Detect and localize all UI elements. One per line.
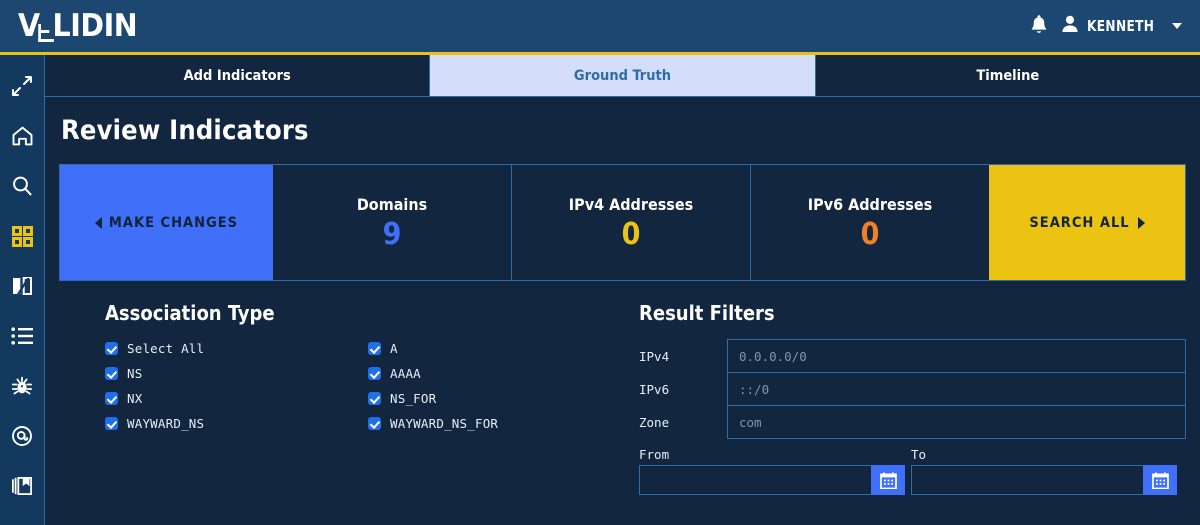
chevron-right-icon — [1137, 216, 1145, 229]
checkbox-ns[interactable]: NS — [105, 364, 368, 383]
tab-add-indicators[interactable]: Add Indicators — [45, 55, 431, 96]
to-date-group — [911, 465, 1177, 495]
tab-bar: Add Indicators Ground Truth Timeline — [45, 55, 1200, 97]
result-filters-title: Result Filters — [639, 301, 775, 325]
ipv4-input[interactable] — [727, 339, 1186, 373]
page-title: Review Indicators — [61, 115, 309, 146]
sidebar-item-home[interactable] — [9, 123, 35, 149]
to-label: To — [911, 447, 927, 462]
association-type-options: Select All A NS AAAA NX NS_FOR WAYWARD_N… — [105, 339, 625, 433]
sidebar-item-compare[interactable] — [9, 273, 35, 299]
field-row-zone: Zone — [639, 405, 1186, 439]
user-icon — [1061, 14, 1079, 39]
checkbox-label: NS — [127, 366, 143, 381]
stat-label: IPv6 Addresses — [807, 195, 933, 214]
checkbox-select-all[interactable]: Select All — [105, 339, 368, 358]
logo-wordmark: V LIDIN — [18, 7, 138, 44]
sidebar-item-search[interactable] — [9, 173, 35, 199]
association-type-title: Association Type — [105, 301, 275, 325]
checkbox-label: WAYWARD_NS — [127, 416, 205, 431]
logo-letters-lidin: LIDIN — [52, 7, 138, 44]
from-calendar-button[interactable] — [871, 465, 905, 495]
date-range-inputs — [639, 465, 1186, 495]
checkbox-label: WAYWARD_NS_FOR — [390, 416, 499, 431]
zone-label: Zone — [639, 414, 670, 430]
field-row-ipv6: IPv6 — [639, 372, 1186, 406]
app-header: V LIDIN KENNETH — [0, 0, 1200, 55]
make-changes-button[interactable]: MAKE CHANGES — [60, 165, 273, 280]
user-menu[interactable]: KENNETH — [1061, 14, 1182, 39]
tab-label: Timeline — [976, 67, 1040, 84]
search-all-label: SEARCH ALL — [1029, 214, 1130, 231]
tab-ground-truth[interactable]: Ground Truth — [430, 55, 816, 96]
summary-bar: MAKE CHANGES Domains 9 IPv4 Addresses 0 … — [59, 164, 1186, 281]
tab-label: Add Indicators — [183, 67, 291, 84]
checkbox-icon[interactable] — [368, 392, 381, 405]
checkbox-label: NX — [127, 391, 143, 406]
checkbox-icon[interactable] — [368, 367, 381, 380]
checkbox-icon[interactable] — [105, 392, 118, 405]
from-date-input[interactable] — [639, 465, 871, 495]
date-range-labels: From To — [639, 447, 1186, 462]
chevron-left-icon — [94, 216, 102, 229]
stat-group: Domains 9 IPv4 Addresses 0 IPv6 Addresse… — [273, 165, 989, 280]
header-actions: KENNETH — [1029, 14, 1182, 39]
checkbox-icon[interactable] — [368, 417, 381, 430]
checkbox-label: NS_FOR — [390, 391, 437, 406]
checkbox-wayward-ns[interactable]: WAYWARD_NS — [105, 414, 368, 433]
chevron-down-icon[interactable] — [1172, 23, 1182, 29]
sidebar-item-expand[interactable] — [9, 73, 35, 99]
search-all-button[interactable]: SEARCH ALL — [989, 165, 1185, 280]
stat-value: 9 — [382, 217, 402, 252]
checkbox-icon[interactable] — [105, 367, 118, 380]
tab-timeline[interactable]: Timeline — [815, 55, 1200, 96]
logo-letter-a-stylized — [36, 13, 54, 42]
stat-value: 0 — [621, 217, 641, 252]
checkbox-label: Select All — [127, 341, 205, 356]
stat-ipv6-addresses: IPv6 Addresses 0 — [751, 165, 989, 280]
to-calendar-button[interactable] — [1143, 465, 1177, 495]
stat-label: Domains — [356, 195, 428, 214]
checkbox-wayward-ns-for[interactable]: WAYWARD_NS_FOR — [368, 414, 625, 433]
tab-label: Ground Truth — [573, 67, 672, 84]
result-filters-section: Result Filters IPv4 IPv6 Zone From To — [625, 301, 1186, 495]
sidebar-item-target[interactable] — [9, 423, 35, 449]
checkbox-aaaa[interactable]: AAAA — [368, 364, 625, 383]
checkbox-nx[interactable]: NX — [105, 389, 368, 408]
to-date-input[interactable] — [911, 465, 1143, 495]
checkbox-label: AAAA — [390, 366, 421, 381]
filters-area: Association Type Select All A NS AAAA NX… — [45, 281, 1200, 495]
user-name-label: KENNETH — [1087, 17, 1155, 35]
app-logo[interactable]: V LIDIN — [18, 0, 148, 52]
stat-domains: Domains 9 — [273, 165, 512, 280]
checkbox-a[interactable]: A — [368, 339, 625, 358]
ipv6-input[interactable] — [727, 372, 1186, 406]
checkbox-icon[interactable] — [105, 342, 118, 355]
stat-value: 0 — [860, 217, 880, 252]
from-label: From — [639, 447, 670, 462]
sidebar-item-library[interactable] — [9, 473, 35, 499]
bell-icon[interactable] — [1029, 15, 1049, 37]
zone-input[interactable] — [727, 405, 1186, 439]
ipv4-label: IPv4 — [639, 348, 670, 364]
checkbox-icon[interactable] — [105, 417, 118, 430]
checkbox-label: A — [390, 341, 398, 356]
sidebar-item-bug[interactable] — [9, 373, 35, 399]
association-type-section: Association Type Select All A NS AAAA NX… — [59, 301, 625, 495]
stat-ipv4-addresses: IPv4 Addresses 0 — [512, 165, 751, 280]
sidebar-item-apps[interactable] — [9, 223, 35, 249]
checkbox-ns-for[interactable]: NS_FOR — [368, 389, 625, 408]
make-changes-label: MAKE CHANGES — [108, 214, 239, 231]
main-panel: Add Indicators Ground Truth Timeline Rev… — [44, 55, 1200, 525]
from-date-group — [639, 465, 905, 495]
stat-label: IPv4 Addresses — [568, 195, 694, 214]
checkbox-icon[interactable] — [368, 342, 381, 355]
field-row-ipv4: IPv4 — [639, 339, 1186, 373]
sidebar-item-list[interactable] — [9, 323, 35, 349]
sidebar-rail — [0, 55, 44, 525]
ipv6-label: IPv6 — [639, 381, 670, 397]
